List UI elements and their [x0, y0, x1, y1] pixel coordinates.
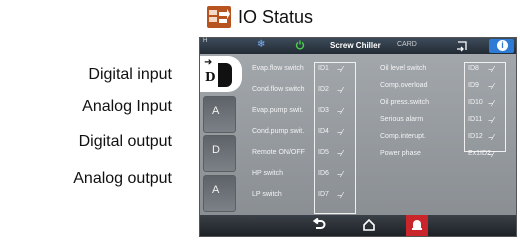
alarm-button[interactable] — [406, 215, 428, 236]
arrow-icon: ➜ — [204, 57, 213, 68]
category-digital-output: Digital output — [78, 133, 172, 150]
switch-icon: −⁄ — [488, 82, 495, 91]
io-id: ID7 — [318, 191, 329, 198]
switch-icon: −⁄ — [337, 170, 344, 179]
io-label: Cond.pump swit. — [252, 128, 305, 135]
tab-analog-output[interactable]: A — [203, 175, 236, 212]
io-list-left: Evap.flow switch ID1 −⁄ Cond.flow switch… — [252, 62, 373, 214]
switch-icon: −⁄ — [488, 133, 495, 142]
switch-icon: −⁄ — [488, 150, 495, 159]
io-label: Remote ON/OFF — [252, 149, 305, 156]
list-item: Evap.flow switch ID1 −⁄ — [252, 62, 373, 78]
category-analog-output: Analog output — [73, 170, 172, 187]
list-item: Remote ON/OFF ID5 −⁄ — [252, 146, 373, 162]
list-item: Oil press.switch ID10 −⁄ — [380, 96, 505, 112]
list-item: Cond.pump swit. ID4 −⁄ — [252, 125, 373, 141]
io-id: ID8 — [468, 65, 479, 72]
list-item: Cond.flow switch ID2 −⁄ — [252, 83, 373, 99]
switch-icon: −⁄ — [488, 65, 495, 74]
io-label: Oil press.switch — [380, 99, 430, 106]
io-id: ID5 — [318, 149, 329, 156]
list-item: Power phase Ex1ID2 −⁄ — [380, 147, 505, 163]
io-label: Serious alarm — [380, 116, 424, 123]
io-id: ID1 — [318, 65, 329, 72]
io-label: HP switch — [252, 170, 283, 177]
switch-icon: −⁄ — [337, 107, 344, 116]
io-id: ID9 — [468, 82, 479, 89]
switch-icon: −⁄ — [337, 128, 344, 137]
tab-glyph: D — [212, 144, 220, 156]
category-digital-input: Digital input — [88, 66, 172, 83]
io-id: ID2 — [318, 86, 329, 93]
page-title: IO Status — [238, 7, 314, 27]
back-button[interactable] — [308, 215, 330, 236]
list-item: LP switch ID7 −⁄ — [252, 188, 373, 204]
io-id: ID10 — [468, 99, 483, 106]
io-status-icon — [207, 6, 231, 28]
switch-icon: −⁄ — [488, 99, 495, 108]
io-label: Evap.flow switch — [252, 65, 304, 72]
home-button[interactable] — [358, 215, 380, 236]
back-icon — [312, 218, 326, 229]
snowflake-icon: ❄ — [257, 39, 266, 50]
login-icon[interactable] — [456, 40, 468, 52]
io-label: Evap.pump swit. — [252, 107, 304, 114]
io-label: Cond.flow switch — [252, 86, 305, 93]
io-id: ID6 — [318, 170, 329, 177]
top-status-bar: H ❄ Screw Chiller CARD i — [200, 38, 516, 54]
io-id: ID11 — [468, 116, 483, 123]
tab-glyph: A — [212, 184, 220, 196]
io-label: Power phase — [380, 150, 421, 157]
list-item: Oil level switch ID8 −⁄ — [380, 62, 505, 78]
io-id: ID4 — [318, 128, 329, 135]
io-list-right: Oil level switch ID8 −⁄ Comp.overload ID… — [380, 62, 506, 212]
io-id: ID3 — [318, 107, 329, 114]
tab-glyph: A — [212, 105, 220, 117]
tab-indicator — [218, 63, 232, 87]
tab-glyph: D — [205, 70, 216, 84]
category-analog-input: Analog Input — [82, 98, 172, 115]
header-label: H — [203, 38, 208, 44]
tab-digital-input[interactable]: ➜ D — [200, 56, 242, 92]
card-label[interactable]: CARD — [397, 41, 417, 48]
io-label: Comp.interupt. — [380, 133, 426, 140]
io-label: Oil level switch — [380, 65, 427, 72]
power-icon[interactable] — [295, 40, 305, 50]
io-id: ID12 — [468, 133, 483, 140]
home-icon — [363, 218, 375, 231]
info-button[interactable]: i — [489, 39, 514, 53]
tab-analog-input[interactable]: A — [203, 96, 236, 133]
list-item: Comp.overload ID9 −⁄ — [380, 79, 505, 95]
io-label: Comp.overload — [380, 82, 428, 89]
switch-icon: −⁄ — [337, 65, 344, 74]
switch-icon: −⁄ — [488, 116, 495, 125]
list-item: Evap.pump swit. ID3 −⁄ — [252, 104, 373, 120]
bottom-nav-bar — [200, 215, 516, 236]
model-name: Screw Chiller — [330, 41, 381, 50]
list-item: HP switch ID6 −⁄ — [252, 167, 373, 183]
io-label: LP switch — [252, 191, 282, 198]
controller-screen: H ❄ Screw Chiller CARD i ➜ D A D A Evap.… — [199, 37, 517, 237]
info-icon: i — [497, 40, 508, 51]
list-item: Comp.interupt. ID12 −⁄ — [380, 130, 505, 146]
switch-icon: −⁄ — [337, 191, 344, 200]
switch-icon: −⁄ — [337, 149, 344, 158]
list-item: Serious alarm ID11 −⁄ — [380, 113, 505, 129]
tab-digital-output[interactable]: D — [203, 135, 236, 172]
alarm-icon — [412, 220, 422, 230]
switch-icon: −⁄ — [337, 86, 344, 95]
